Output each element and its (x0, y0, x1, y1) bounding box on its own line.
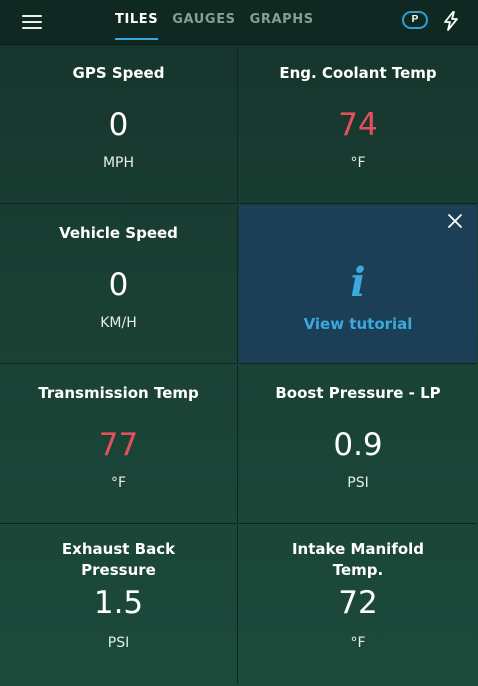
tile-title: Transmission Temp (38, 384, 199, 402)
tile-boost-pressure[interactable]: Boost Pressure - LP 0.9 PSI (239, 365, 477, 524)
tile-transmission-temp[interactable]: Transmission Temp 77 °F (0, 365, 238, 524)
tile-title: Exhaust Back Pressure (61, 540, 176, 579)
info-icon: i (350, 259, 366, 306)
tile-exhaust-back-pressure[interactable]: Exhaust Back Pressure 1.5 PSI (0, 525, 238, 684)
tile-intake-manifold-temp[interactable]: Intake Manifold Temp. 72 °F (239, 525, 477, 684)
tile-title: GPS Speed (72, 64, 165, 82)
tile-unit: PSI (347, 475, 369, 491)
view-tutorial-link[interactable]: View tutorial (239, 315, 477, 333)
tile-value: 1.5 (93, 585, 144, 621)
tiles-grid: GPS Speed 0 MPH Eng. Coolant Temp 74 °F … (0, 45, 478, 686)
lightning-bolt-icon[interactable] (440, 10, 462, 32)
tile-vehicle-speed[interactable]: Vehicle Speed 0 KM/H (0, 205, 238, 364)
tile-unit: PSI (107, 635, 130, 651)
tab-tiles[interactable]: TILES (115, 12, 159, 40)
tile-title: Boost Pressure - LP (275, 384, 441, 402)
tutorial-tile[interactable]: i View tutorial (239, 205, 477, 364)
tile-title: Eng. Coolant Temp (279, 64, 437, 82)
tile-title: Intake Manifold Temp. (291, 540, 425, 579)
app-root: TILES GAUGES GRAPHS P GPS Speed 0 MPH En… (0, 0, 478, 686)
tile-unit: MPH (102, 155, 135, 171)
tile-unit: °F (350, 155, 366, 171)
parking-badge[interactable]: P (402, 11, 428, 29)
top-app-bar: TILES GAUGES GRAPHS P (0, 0, 478, 45)
view-tabs: TILES GAUGES GRAPHS (115, 12, 314, 40)
tile-gps-speed[interactable]: GPS Speed 0 MPH (0, 45, 238, 204)
tile-value: 0.9 (333, 427, 383, 463)
tile-unit: KM/H (100, 315, 137, 331)
tile-value: 0 (108, 267, 129, 303)
parking-badge-label: P (411, 14, 419, 25)
tile-value: 77 (98, 427, 139, 463)
tile-value: 74 (338, 107, 378, 143)
tile-value: 72 (338, 585, 378, 621)
hamburger-menu-icon[interactable] (22, 15, 42, 29)
tile-value: 0 (108, 107, 129, 143)
tile-coolant-temp[interactable]: Eng. Coolant Temp 74 °F (239, 45, 477, 204)
tile-title: Vehicle Speed (59, 224, 178, 242)
close-icon[interactable] (447, 213, 463, 229)
tile-unit: °F (110, 475, 127, 491)
tab-gauges[interactable]: GAUGES (172, 12, 235, 38)
tab-graphs[interactable]: GRAPHS (250, 12, 314, 38)
tile-unit: °F (350, 635, 366, 651)
